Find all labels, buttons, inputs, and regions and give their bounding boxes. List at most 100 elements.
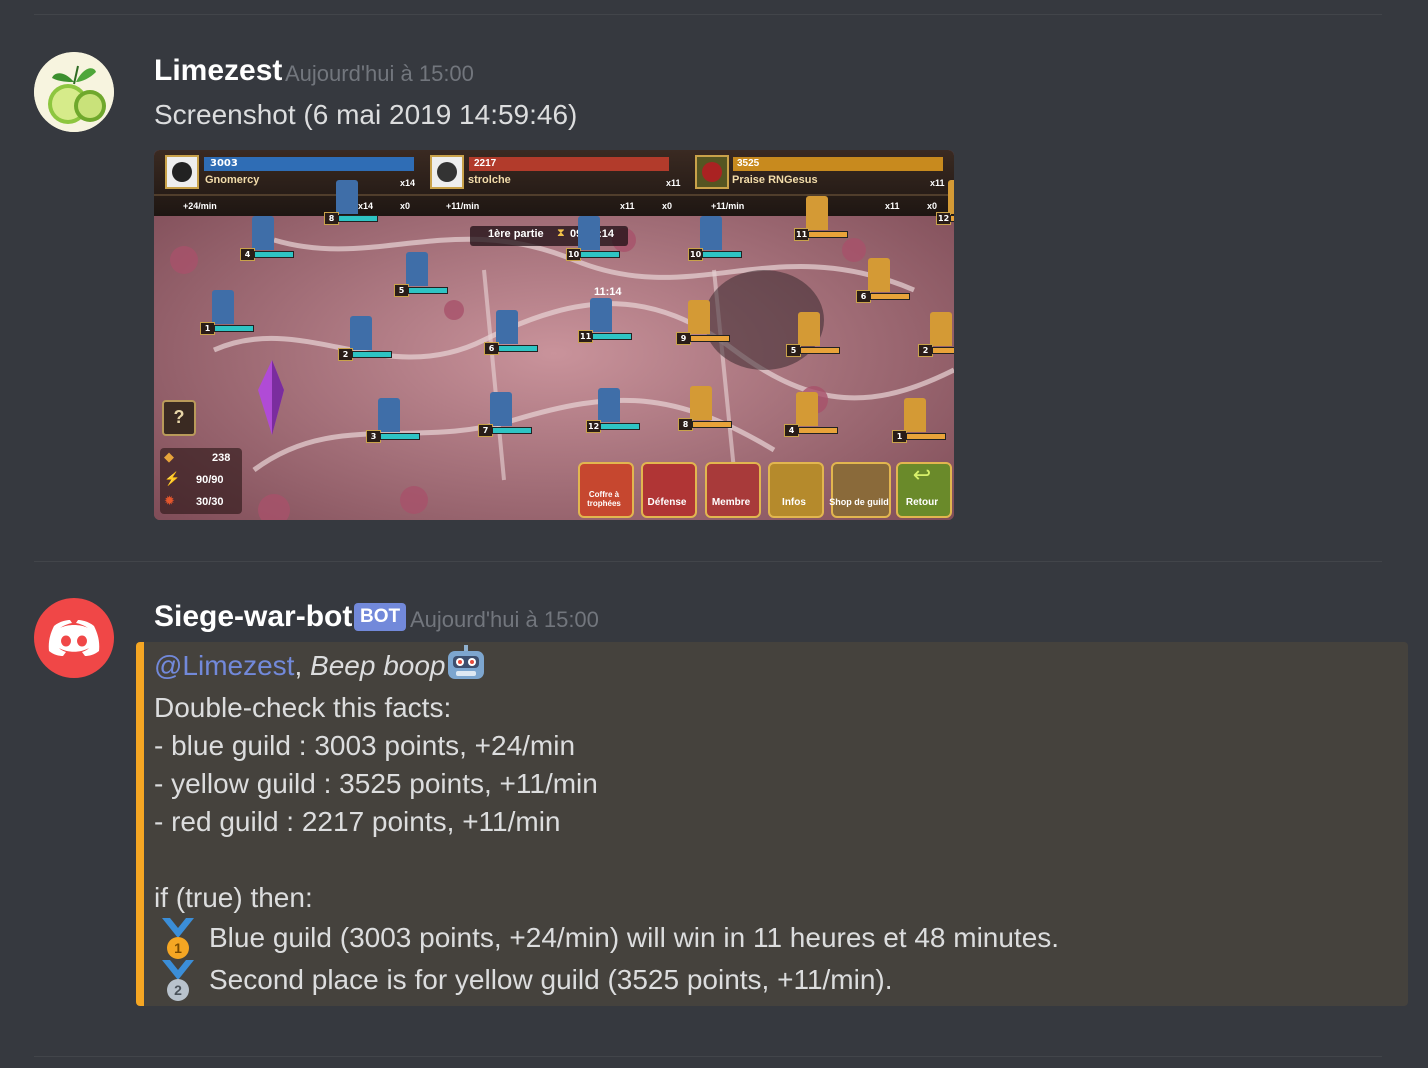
tower-number: 2 (338, 348, 353, 361)
tower[interactable] (212, 290, 234, 324)
game-button-defense-label: Défense (647, 497, 687, 508)
game-button-member-label: Membre (711, 497, 751, 508)
hourglass-icon: ⧗ (557, 227, 565, 239)
guild3-name: Praise RNGesus (732, 174, 818, 186)
bot-tag: BOT (354, 603, 407, 631)
guild3-count-top: x11 (930, 178, 945, 188)
tower-health-bar (408, 287, 448, 294)
game-button-back-label: Retour (905, 497, 939, 508)
guild1-count-b: x0 (400, 201, 411, 211)
discord-logo-icon (48, 620, 100, 656)
tower-number: 2 (918, 344, 933, 357)
message-text: Screenshot (6 mai 2019 14:59:46) (154, 99, 578, 130)
guild3-score: 3525 (737, 158, 760, 169)
tower-health-bar (906, 433, 946, 440)
robot-icon (444, 644, 488, 686)
tower[interactable] (496, 310, 518, 344)
trophy-icon: ◆ (164, 449, 174, 464)
tower-health-bar (690, 335, 730, 342)
tower-number: 6 (856, 290, 871, 303)
avatar-limezest[interactable] (34, 52, 114, 132)
message-divider (34, 561, 1382, 562)
guild2-rate: +11/min (446, 201, 480, 211)
tower-number: 8 (678, 418, 693, 431)
first-place-medal-icon: 1 (158, 916, 198, 962)
guild1-name: Gnomercy (205, 174, 260, 186)
tower-health-bar (580, 251, 620, 258)
tower[interactable] (378, 398, 400, 432)
tower[interactable] (798, 312, 820, 346)
tower-number: 9 (676, 332, 691, 345)
user-mention[interactable]: @Limezest (154, 650, 294, 681)
embed-line: - yellow guild : 3525 points, +11/min (154, 768, 598, 799)
tower[interactable] (350, 316, 372, 350)
medal-number: 1 (174, 940, 182, 956)
phase-label: 1ère partie (488, 228, 544, 240)
center-timer: 11:14 (594, 286, 622, 298)
tower-number: 4 (784, 424, 799, 437)
guild3-count-a: x11 (885, 201, 900, 211)
tower-number: 11 (794, 228, 810, 241)
tower-number: 8 (324, 212, 339, 225)
tower-health-bar (950, 215, 954, 222)
tower[interactable] (406, 252, 428, 286)
message-username[interactable]: Siege-war-bot (154, 600, 352, 634)
tower[interactable] (904, 398, 926, 432)
stat-attacks: 30/30 (196, 496, 224, 508)
tower-health-bar (492, 427, 532, 434)
comma: , (294, 650, 311, 681)
tower[interactable] (948, 180, 954, 214)
result-line: Second place is for yellow guild (3525 p… (209, 964, 893, 995)
tower-number: 5 (786, 344, 801, 357)
game-button-member[interactable] (705, 462, 761, 518)
tower[interactable] (868, 258, 890, 292)
screenshot-attachment[interactable]: 3003 Gnomercy x14 +24/min x14 x0 2217 st… (154, 150, 954, 520)
tower-health-bar (592, 333, 632, 340)
embed-greeting-line: @Limezest, Beep boop (154, 650, 446, 682)
avatar-siege-war-bot[interactable] (34, 598, 114, 678)
message-timestamp: Aujourd'hui à 15:00 (285, 61, 474, 86)
second-place-medal-icon: 2 (158, 958, 198, 1004)
tower-health-bar (870, 293, 910, 300)
guild2-score: 2217 (474, 158, 497, 169)
result-line: Blue guild (3003 points, +24/min) will w… (209, 922, 1060, 953)
tower[interactable] (590, 298, 612, 332)
tower[interactable] (690, 386, 712, 420)
message-username[interactable]: Limezest (154, 54, 282, 88)
bottom-divider (34, 1056, 1382, 1057)
guild1-score: 3003 (210, 158, 238, 169)
tower-health-bar (600, 423, 640, 430)
tower[interactable] (930, 312, 952, 346)
game-button-info-label: Infos (782, 497, 806, 508)
tower-number: 12 (586, 420, 602, 433)
tower-health-bar (352, 351, 392, 358)
tower[interactable] (796, 392, 818, 426)
game-button-trophy-chest-label: Coffre à trophées (587, 490, 621, 508)
energy-icon: ⚡ (164, 471, 181, 486)
tower-health-bar (702, 251, 742, 258)
tower-number: 6 (484, 342, 499, 355)
tower[interactable] (252, 216, 274, 250)
tower-number: 11 (578, 330, 594, 343)
tower[interactable] (806, 196, 828, 230)
tower[interactable] (700, 216, 722, 250)
game-button-defense[interactable] (641, 462, 697, 518)
tower-number: 5 (394, 284, 409, 297)
tower[interactable] (578, 216, 600, 250)
guild3-count-b: x0 (927, 201, 938, 211)
tower-number: 12 (936, 212, 952, 225)
game-button-guild-shop-label: Shop de guild (829, 497, 889, 507)
tower-health-bar (380, 433, 420, 440)
tower[interactable] (688, 300, 710, 334)
game-button-info[interactable] (768, 462, 824, 518)
guild3-rate: +11/min (711, 201, 745, 211)
embed-line: - red guild : 2217 points, +11/min (154, 806, 561, 837)
help-button[interactable]: ? (162, 400, 196, 436)
game-button-guild-shop[interactable] (831, 462, 891, 518)
tower[interactable] (598, 388, 620, 422)
medal-number: 2 (174, 982, 182, 998)
tower[interactable] (336, 180, 358, 214)
tower-health-bar (338, 215, 378, 222)
tower[interactable] (490, 392, 512, 426)
stat-trophies: 238 (212, 452, 231, 464)
